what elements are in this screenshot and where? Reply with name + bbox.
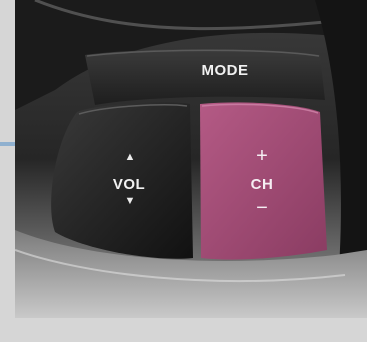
channel-minus-icon: −	[256, 197, 268, 219]
volume-down-icon: ▼	[124, 195, 136, 207]
volume-up-icon: ▲	[124, 151, 136, 163]
channel-button-label: CH	[250, 176, 274, 193]
channel-plus-icon: +	[256, 145, 268, 167]
steering-wheel-controls-photo: MODE ▲ VOL ▼ + CH −	[15, 0, 367, 318]
image-frame: MODE ▲ VOL ▼ + CH −	[0, 0, 367, 342]
photo-illustration	[15, 0, 367, 318]
mode-button-label: MODE	[201, 62, 249, 79]
volume-button-label: VOL	[112, 176, 146, 193]
